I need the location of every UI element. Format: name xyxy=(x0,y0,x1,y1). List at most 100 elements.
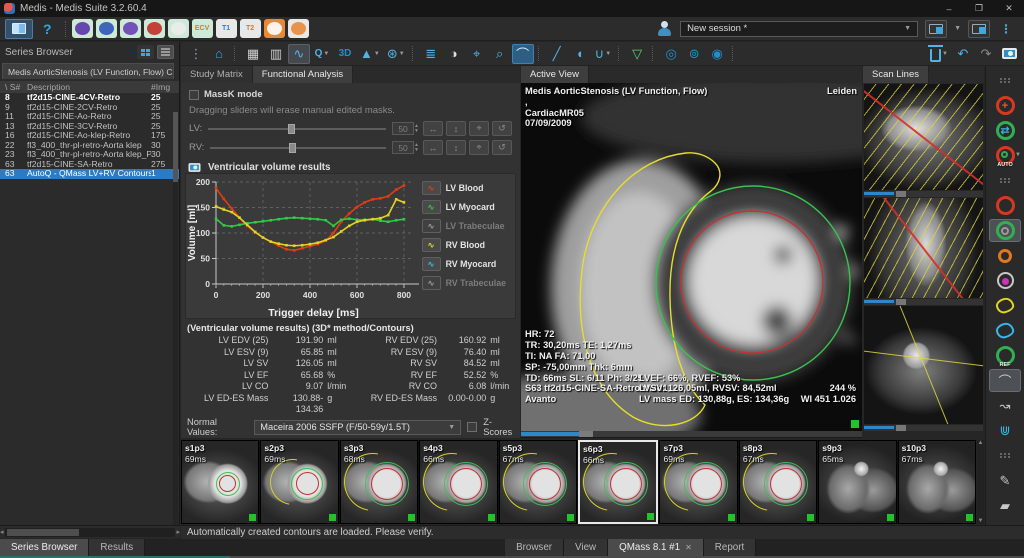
session-select[interactable]: New session *▼ xyxy=(680,21,918,37)
lv-mask-button-2[interactable]: ⌖ xyxy=(469,121,489,136)
series-vertical-scrollbar[interactable] xyxy=(173,112,178,552)
film-thumb-s1p3[interactable]: s1p369ms xyxy=(181,440,259,524)
tab-functional-analysis[interactable]: Functional Analysis xyxy=(253,66,353,83)
app-icon-module-3[interactable] xyxy=(120,19,141,38)
legend-toggle-button[interactable]: ∿ xyxy=(422,276,441,290)
rv-blob-yellow-button[interactable] xyxy=(989,294,1021,317)
lv-epi-button[interactable] xyxy=(989,219,1021,242)
pencil-button[interactable]: ✎ xyxy=(989,469,1021,492)
lv-threshold-spinner[interactable]: 50▲▼ xyxy=(392,122,419,135)
pan-button[interactable]: ⌖ xyxy=(466,44,488,64)
add-contour-button[interactable]: + xyxy=(989,94,1021,117)
app-icon-module-1[interactable] xyxy=(72,19,93,38)
legend-toggle-button[interactable]: ∿ xyxy=(422,238,441,252)
rv-mask-button-1[interactable]: ↕ xyxy=(446,140,466,155)
more-menu-button[interactable]: ⋮ xyxy=(997,22,1015,36)
scroll-down-icon[interactable]: ▼ xyxy=(978,518,984,524)
film-thumb-s8p3[interactable]: s8p367ms xyxy=(739,440,817,524)
orientation-globe-button[interactable]: ⊛▼ xyxy=(384,44,408,64)
volume-render-button[interactable]: ▲▼ xyxy=(357,44,383,64)
study-tab[interactable]: Medis AorticStenosis (LV Function, Flow)… xyxy=(2,63,174,79)
film-thumb-s9p3[interactable]: s9p365ms xyxy=(818,440,896,524)
help-button[interactable]: ? xyxy=(36,21,59,37)
series-row[interactable]: 63AutoQ - QMass LV+RV Contours1 xyxy=(0,169,179,179)
rv-mask-button-0[interactable]: ↔ xyxy=(423,140,443,155)
verify-shield-button[interactable]: ▽ xyxy=(626,44,648,64)
la-roi-button[interactable] xyxy=(989,269,1021,292)
legend-toggle-button[interactable]: ∿ xyxy=(422,219,441,233)
app-icon-t1[interactable]: T1 xyxy=(216,19,237,38)
rv-mask-button-2[interactable]: ⌖ xyxy=(469,140,489,155)
list-view-button[interactable] xyxy=(157,45,174,59)
bottom-tab-qmass-8-1-1[interactable]: QMass 8.1 #1✕ xyxy=(608,539,704,556)
film-thumb-s6p3[interactable]: s6p366ms xyxy=(578,440,658,524)
rv-mask-button-3[interactable]: ↺ xyxy=(492,140,512,155)
close-tab-icon[interactable]: ✕ xyxy=(685,543,692,552)
qflow-button[interactable]: Q▼ xyxy=(311,44,333,64)
bottom-tab-view[interactable]: View xyxy=(564,539,608,556)
mri-image[interactable]: Medis AorticStenosis (LV Function, Flow)… xyxy=(521,83,862,431)
lv-slider[interactable] xyxy=(208,128,386,130)
rv-endo-ring-button[interactable] xyxy=(989,244,1021,267)
threed-view-button[interactable]: 3D xyxy=(334,44,356,64)
undo-button[interactable]: ↶ xyxy=(952,44,974,64)
grid-view-button[interactable] xyxy=(137,45,154,59)
minimize-button[interactable]: – xyxy=(934,0,964,17)
scan-slider-1[interactable] xyxy=(864,191,983,197)
legend-toggle-button[interactable]: ∿ xyxy=(422,181,441,195)
detect-contours-button[interactable]: ◎ xyxy=(660,44,682,64)
graph-view-button[interactable]: ∿ xyxy=(288,44,310,64)
layout-panels-button[interactable] xyxy=(5,19,33,39)
volume-chart-plot[interactable]: 0501001502000200400600800Trigger delay [… xyxy=(186,174,422,318)
propagate-contours-button[interactable]: ⊚ xyxy=(683,44,705,64)
app-icon-module-5[interactable] xyxy=(168,19,189,38)
lv-mask-button-0[interactable]: ↔ xyxy=(423,121,443,136)
filmstrip-view-button[interactable]: ▥ xyxy=(265,44,287,64)
lv-mask-button-3[interactable]: ↺ xyxy=(492,121,512,136)
redo-button[interactable]: ↷ xyxy=(975,44,997,64)
pull-contour-button[interactable]: ∪▼ xyxy=(592,44,614,64)
restore-session-button[interactable] xyxy=(968,20,990,38)
rv-threshold-spinner[interactable]: 50▲▼ xyxy=(392,141,419,154)
scroll-up-icon[interactable]: ▲ xyxy=(978,440,984,446)
film-thumb-s4p3[interactable]: s4p366ms xyxy=(419,440,497,524)
lv-endo-button[interactable] xyxy=(989,194,1021,217)
ref-button[interactable]: REF xyxy=(989,344,1021,367)
rv-blob-cyan-button[interactable] xyxy=(989,319,1021,342)
snapshot-results-button[interactable] xyxy=(189,163,201,172)
eraser-button[interactable]: ▰ xyxy=(989,494,1021,517)
app-icon-ecv[interactable]: ECV xyxy=(192,19,213,38)
app-icon-module-9[interactable] xyxy=(264,19,285,38)
draw-line-button[interactable]: ╱ xyxy=(546,44,568,64)
scan-slider-2[interactable] xyxy=(864,299,983,305)
delete-contours-button[interactable]: ▼ xyxy=(927,44,951,64)
bottom-tab-series-browser[interactable]: Series Browser xyxy=(0,539,89,556)
app-icon-t2[interactable]: T2 xyxy=(240,19,261,38)
film-thumb-s5p3[interactable]: s5p367ms xyxy=(499,440,577,524)
layers-button[interactable]: ≣ xyxy=(420,44,442,64)
point-path-button[interactable]: ↝ xyxy=(989,394,1021,417)
bottom-tab-browser[interactable]: Browser xyxy=(505,539,564,556)
app-icon-module-10[interactable] xyxy=(288,19,309,38)
swivel-contour-button[interactable]: ⇄ xyxy=(989,119,1021,142)
contour-pull-button[interactable]: ⋓ xyxy=(989,419,1021,442)
snapshot-button[interactable] xyxy=(998,44,1020,64)
close-button[interactable]: ✕ xyxy=(994,0,1024,17)
bottom-tab-results[interactable]: Results xyxy=(89,539,145,556)
film-thumb-s10p3[interactable]: s10p367ms xyxy=(898,440,976,524)
window-level-button[interactable]: ◑ xyxy=(443,44,465,64)
app-icon-module-2[interactable] xyxy=(96,19,117,38)
scan-lines-tab[interactable]: Scan Lines xyxy=(863,66,929,83)
rv-slider[interactable] xyxy=(210,147,386,149)
edit-curve-button[interactable]: ⌒ xyxy=(512,44,534,64)
filmstrip-scrollbar[interactable]: ▲▼ xyxy=(977,440,984,524)
save-session-button[interactable] xyxy=(925,20,947,38)
study-matrix-view-button[interactable]: ▦ xyxy=(242,44,264,64)
auto-contour-button[interactable]: AUTO▼ xyxy=(989,144,1021,167)
reset-view-button[interactable]: ⌂ xyxy=(208,44,230,64)
zscores-checkbox[interactable] xyxy=(467,422,477,432)
legend-toggle-button[interactable]: ∿ xyxy=(422,257,441,271)
app-icon-module-4[interactable] xyxy=(144,19,165,38)
grid-contours-button[interactable]: ◉ xyxy=(706,44,728,64)
legend-toggle-button[interactable]: ∿ xyxy=(422,200,441,214)
